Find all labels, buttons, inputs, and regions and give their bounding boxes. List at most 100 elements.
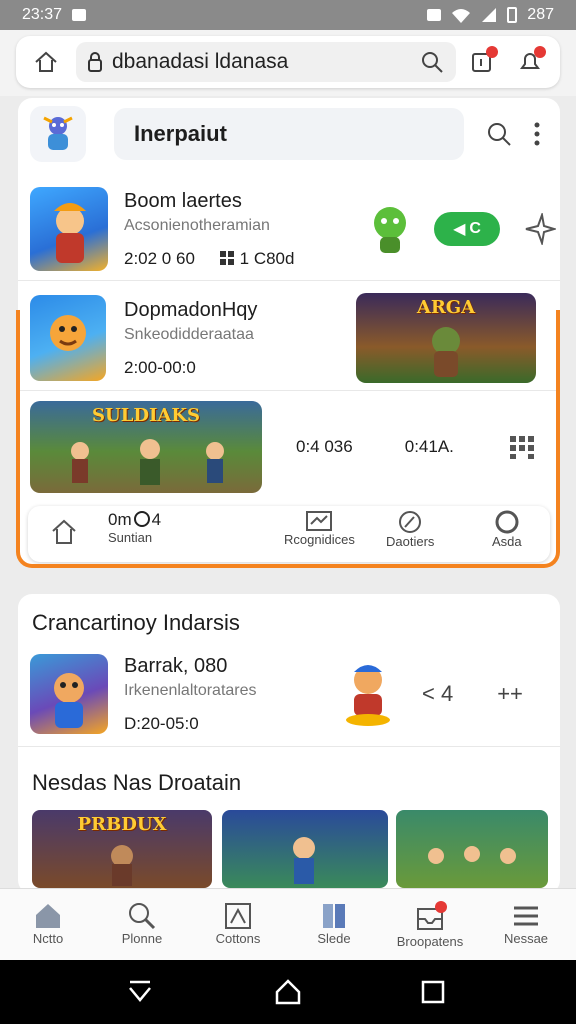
character-icon: [374, 207, 406, 253]
home-button[interactable]: [28, 44, 64, 80]
address-field[interactable]: dbanadasi ldanasa: [76, 42, 456, 82]
play-button[interactable]: ◀ C: [434, 212, 500, 246]
back-icon[interactable]: [126, 978, 154, 1006]
notification-badge: [534, 46, 546, 58]
nav-item[interactable]: Slede: [286, 901, 382, 946]
lock-icon: [88, 52, 102, 72]
tab-label: Asda: [492, 534, 522, 549]
game-row[interactable]: Boom laertes Acsonienotheramian 2:02 0 6…: [18, 184, 560, 274]
circle-icon: [495, 510, 519, 534]
tab-label: Daotiers: [386, 534, 435, 549]
game-thumbnail: [30, 295, 106, 381]
game-banner[interactable]: [222, 810, 388, 888]
status-bar: 23:37 287: [0, 0, 576, 30]
tab-asda[interactable]: Asda: [492, 510, 522, 549]
compass-icon: [399, 511, 422, 533]
tab-home-stats[interactable]: 0m 4 Suntian: [108, 510, 161, 545]
stat-value: 0:41A.: [404, 437, 454, 456]
nav-label: Nessae: [503, 931, 549, 946]
back-count-button[interactable]: < 4: [422, 681, 453, 707]
recommendations-card: Crancartinoy Indarsis Barrak, 080 Irkene…: [18, 594, 560, 894]
tabs-button[interactable]: [464, 44, 500, 80]
game-row[interactable]: Barrak, 080 Irkenenlaltoratares D:20-05:…: [18, 652, 560, 736]
nav-item[interactable]: Nctto: [0, 901, 96, 946]
tab-home[interactable]: [50, 518, 78, 546]
home-icon: [52, 519, 76, 544]
game-title: DopmadonHqy: [124, 298, 258, 321]
game-title: Boom laertes: [124, 189, 242, 212]
stat-value: 0:4 036: [296, 437, 353, 456]
game-banner[interactable]: PRBDUX: [32, 810, 212, 888]
nav-label: Plonne: [121, 931, 163, 946]
nav-label: Cottons: [215, 931, 261, 946]
home-icon: [36, 904, 60, 928]
game-row[interactable]: DopmadonHqy Snkeodidderaataa 2:00-00:0 A…: [18, 292, 560, 384]
tabs-badge: [486, 46, 498, 58]
app-logo[interactable]: [30, 106, 86, 162]
more-icon[interactable]: [532, 121, 542, 147]
section-title: Nesdas Nas Droatain: [32, 770, 242, 795]
tab-dao[interactable]: Daotiers: [386, 510, 434, 549]
game-subtitle: Snkeodidderaataa: [124, 325, 254, 343]
url-bar: dbanadasi ldanasa: [16, 36, 560, 88]
home-icon: [35, 51, 57, 72]
divider: [18, 390, 560, 391]
tab-recognitions[interactable]: Rcognidices: [284, 510, 355, 547]
featured-card: Inerpaiut Boom laertes Acsonienotheramia…: [18, 98, 560, 566]
game-row[interactable]: SULDIAKS 0:4 036 0:41A.: [18, 400, 560, 494]
clock: 23:37: [22, 6, 63, 23]
gallery-icon: [72, 9, 87, 21]
game-banner[interactable]: [396, 810, 548, 888]
grid-icon[interactable]: [508, 434, 536, 460]
browser-toolbar: dbanadasi ldanasa: [0, 30, 576, 96]
signal-icon: [482, 8, 497, 22]
game-stat: 1 C80d: [219, 249, 294, 269]
section-title: Crancartinoy Indarsis: [32, 610, 240, 635]
expand-button[interactable]: ++: [497, 681, 523, 707]
nav-item[interactable]: Cottons: [190, 901, 286, 946]
app-search-bar[interactable]: Inerpaiut: [114, 108, 464, 160]
character-icon: [346, 665, 390, 726]
nav-label: Nctto: [32, 931, 64, 946]
game-banner-image[interactable]: ARGA: [356, 293, 536, 383]
game-time: 2:00-00:0: [124, 357, 196, 377]
system-nav-bar: [0, 960, 576, 1024]
game-subtitle: Acsonienotheramian: [124, 216, 270, 234]
divider: [18, 746, 560, 747]
search-icon[interactable]: [420, 50, 444, 74]
nav-item[interactable]: Plonne: [94, 901, 190, 946]
battery-icon: [507, 7, 518, 23]
nav-item[interactable]: Nessae: [478, 901, 574, 946]
nav-item[interactable]: Broopatens: [382, 901, 478, 949]
game-time: D:20-05:0: [124, 713, 199, 733]
game-subtitle: Irkenenlaltoratares: [124, 681, 257, 699]
game-banner-image: SULDIAKS: [30, 401, 262, 493]
notification-badge: [435, 901, 447, 913]
plane-icon[interactable]: [524, 213, 556, 245]
game-time: 2:02 0 60: [124, 248, 195, 268]
app-search-text: Inerpaiut: [134, 121, 227, 146]
nav-label: Slede: [317, 931, 351, 946]
nav-label: Broopatens: [396, 934, 464, 949]
search-icon[interactable]: [486, 121, 512, 147]
app-header: Inerpaiut: [18, 98, 560, 170]
chart-icon: [306, 511, 333, 531]
cards-icon: [323, 904, 345, 928]
game-title: Barrak, 080: [124, 654, 228, 677]
divider: [18, 280, 560, 281]
grid-icon: [219, 250, 234, 265]
search-icon: [129, 903, 156, 930]
battery-level: 287: [527, 6, 554, 23]
wifi-icon: [452, 9, 471, 23]
game-thumbnail: [30, 654, 108, 734]
tab-label: Suntian: [108, 530, 153, 545]
game-thumbnail: [30, 187, 108, 271]
tab-label: Rcognidices: [284, 532, 355, 547]
recents-icon[interactable]: [420, 979, 446, 1005]
url-text: dbanadasi ldanasa: [112, 50, 289, 73]
crop-icon: [225, 903, 251, 929]
clock-icon: [133, 511, 150, 527]
notifications-button[interactable]: [512, 44, 548, 80]
home-icon[interactable]: [274, 978, 302, 1006]
menu-icon: [514, 906, 538, 926]
